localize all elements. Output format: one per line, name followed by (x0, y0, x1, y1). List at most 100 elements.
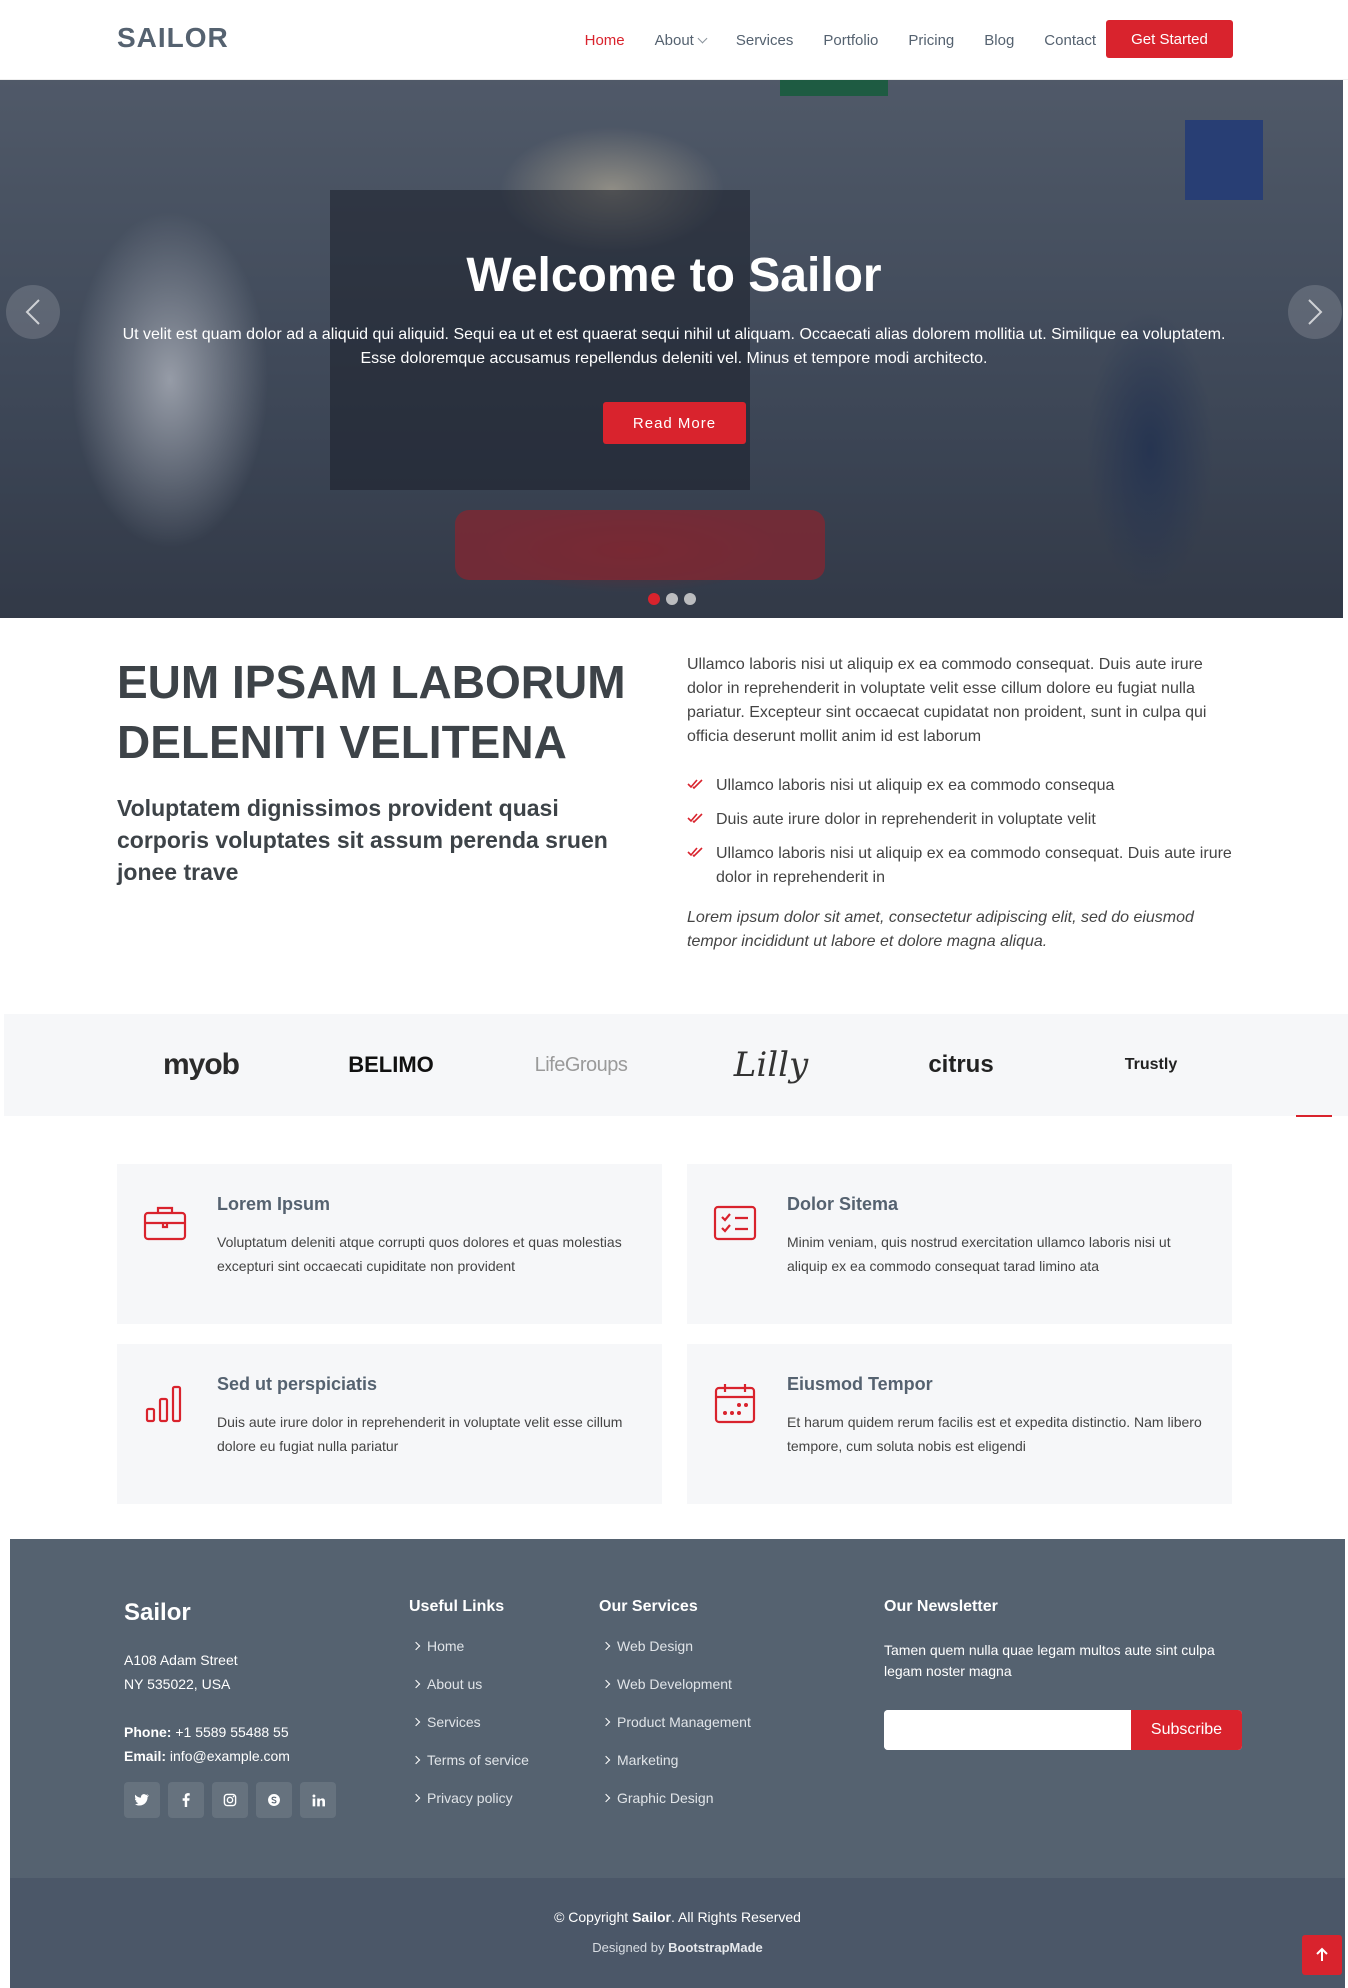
main-nav: Home About Services Portfolio Pricing Bl… (585, 0, 1096, 80)
footer-link[interactable]: Services (409, 1714, 529, 1752)
feature-card: Dolor Sitema Minim veniam, quis nostrud … (687, 1164, 1232, 1324)
footer-our-services: Our Services Web Design Web Development … (599, 1598, 751, 1828)
newsletter-email-input[interactable] (884, 1710, 1131, 1750)
list-item: Ullamco laboris nisi ut aliquip ex ea co… (687, 842, 1232, 890)
carousel-indicator[interactable] (648, 593, 660, 605)
nav-label: Home (584, 31, 625, 49)
skype-icon[interactable] (256, 1782, 292, 1818)
nav-home[interactable]: Home (585, 32, 625, 49)
list-item: Ullamco laboris nisi ut aliquip ex ea co… (687, 774, 1232, 798)
carousel-prev-button[interactable] (6, 285, 60, 339)
back-to-top-button[interactable] (1302, 1935, 1342, 1975)
instagram-icon[interactable] (212, 1782, 248, 1818)
client-logo-lifegroups: LifeGroups (534, 1053, 628, 1076)
bar-chart-icon (145, 1385, 182, 1423)
nav-about[interactable]: About (655, 32, 708, 49)
arrow-up-icon (1316, 1947, 1328, 1961)
chevron-right-icon (411, 1755, 421, 1765)
nav-label: Services (735, 31, 794, 49)
footer-link-label: Terms of service (427, 1752, 529, 1768)
calendar-icon (714, 1384, 756, 1424)
copyright-prefix: © Copyright (554, 1909, 633, 1925)
copyright: © Copyright Sailor. All Rights Reserved (10, 1909, 1345, 1925)
nav-services[interactable]: Services (736, 32, 794, 49)
about-italic-text: Lorem ipsum dolor sit amet, consectetur … (687, 909, 1194, 950)
footer-link-label: Web Development (617, 1676, 732, 1692)
footer-contact: Phone: +1 5589 55488 55 Email: info@exam… (124, 1720, 290, 1768)
get-started-button[interactable]: Get Started (1106, 20, 1233, 58)
nav-pricing[interactable]: Pricing (908, 32, 954, 49)
feature-title[interactable]: Lorem Ipsum (217, 1194, 330, 1215)
footer-link[interactable]: Web Design (599, 1638, 751, 1676)
email-value[interactable]: info@example.com (170, 1748, 290, 1764)
credits-link[interactable]: BootstrapMade (668, 1940, 763, 1955)
client-logo-belimo: BELIMO (348, 1052, 434, 1077)
footer-link[interactable]: Web Development (599, 1676, 751, 1714)
carousel-indicator[interactable] (666, 593, 678, 605)
about-subtitle: Voluptatem dignissimos provident quasi c… (117, 795, 608, 885)
social-links (124, 1782, 336, 1818)
chevron-right-icon (601, 1793, 611, 1803)
hero-title: Welcome to Sailor (466, 249, 882, 302)
newsletter-text: Tamen quem nulla quae legam multos aute … (884, 1642, 1215, 1679)
feature-card: Eiusmod Tempor Et harum quidem rerum fac… (687, 1344, 1232, 1504)
footer-link-label: Product Management (617, 1714, 751, 1730)
credits: Designed by BootstrapMade (10, 1940, 1345, 1955)
chevron-down-icon (697, 33, 708, 43)
nav-portfolio[interactable]: Portfolio (823, 32, 878, 49)
client-logo-myob: myob (162, 1048, 240, 1081)
subscribe-button[interactable]: Subscribe (1131, 1710, 1242, 1750)
feature-text: Minim veniam, quis nostrud exercitation … (787, 1234, 1171, 1274)
site-header: SAILOR Home About Services Portfolio Pri… (0, 0, 1348, 80)
site-logo[interactable]: SAILOR (117, 22, 229, 54)
feature-title[interactable]: Sed ut perspiciatis (217, 1374, 377, 1395)
chevron-right-icon (411, 1641, 421, 1651)
divider (1296, 1115, 1332, 1117)
about-list: Ullamco laboris nisi ut aliquip ex ea co… (687, 774, 1232, 900)
nav-contact[interactable]: Contact (1044, 32, 1096, 49)
chevron-right-icon (601, 1679, 611, 1689)
nav-blog[interactable]: Blog (984, 32, 1014, 49)
chevron-right-icon (601, 1755, 611, 1765)
client-logo-citrus: citrus (928, 1051, 994, 1078)
list-item: Duis aute irure dolor in reprehenderit i… (687, 808, 1232, 832)
footer-column-title: Our Newsletter (884, 1598, 998, 1615)
footer-link-label: Services (427, 1714, 481, 1730)
nav-label: Portfolio (823, 31, 879, 49)
footer-link-label: Web Design (617, 1638, 694, 1654)
footer-link[interactable]: Product Management (599, 1714, 751, 1752)
nav-label: Blog (984, 31, 1015, 49)
double-check-icon (687, 779, 703, 790)
feature-title[interactable]: Eiusmod Tempor (787, 1374, 933, 1395)
footer-useful-links: Useful Links Home About us Services Term… (409, 1598, 529, 1828)
footer-address: A108 Adam Street NY 535022, USA (124, 1648, 238, 1696)
linkedin-icon[interactable] (300, 1782, 336, 1818)
read-more-button[interactable]: Read More (603, 402, 746, 444)
footer-link[interactable]: Graphic Design (599, 1790, 751, 1828)
chevron-right-icon (411, 1793, 421, 1803)
carousel-indicators (648, 593, 696, 605)
chevron-right-icon (411, 1679, 421, 1689)
footer-link[interactable]: Terms of service (409, 1752, 529, 1790)
feature-text: Voluptatum deleniti atque corrupti quos … (217, 1234, 622, 1274)
facebook-icon[interactable] (168, 1782, 204, 1818)
footer-link[interactable]: Marketing (599, 1752, 751, 1790)
footer-link[interactable]: Home (409, 1638, 529, 1676)
footer-link[interactable]: About us (409, 1676, 529, 1714)
footer-link-label: About us (427, 1676, 483, 1692)
about-title: EUM IPSAM LABORUM DELENITI VELITENA (117, 656, 626, 768)
carousel-indicator[interactable] (684, 593, 696, 605)
copyright-suffix: . All Rights Reserved (670, 1909, 801, 1925)
client-logo-trustly: Trustly (1124, 1056, 1178, 1073)
footer-link[interactable]: Privacy policy (409, 1790, 529, 1828)
chevron-right-icon (411, 1717, 421, 1727)
footer-brand: Sailor (124, 1599, 191, 1626)
carousel-next-button[interactable] (1288, 285, 1342, 339)
phone-value: +1 5589 55488 55 (175, 1724, 289, 1740)
twitter-icon[interactable] (124, 1782, 160, 1818)
newsletter-form: Subscribe (884, 1710, 1242, 1750)
feature-title[interactable]: Dolor Sitema (787, 1194, 898, 1215)
credits-prefix: Designed by (592, 1940, 669, 1955)
list-item-text: Ullamco laboris nisi ut aliquip ex ea co… (716, 845, 1232, 886)
briefcase-icon (143, 1206, 187, 1241)
